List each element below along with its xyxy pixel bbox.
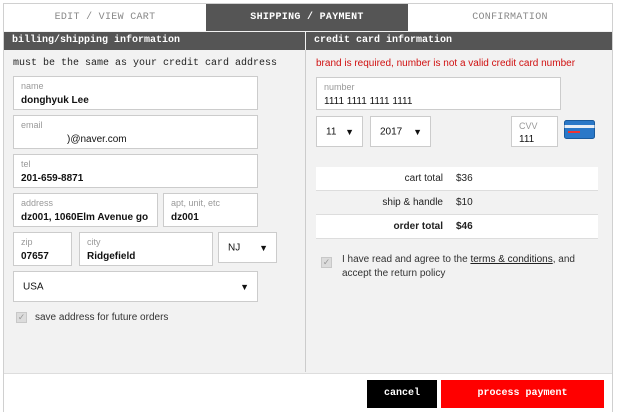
state-select[interactable]: NJ ▼: [218, 232, 277, 263]
billing-note: must be the same as your credit card add…: [13, 58, 278, 69]
cvv-field[interactable]: CVV 111: [511, 116, 558, 147]
order-total-label: order total: [393, 221, 443, 232]
chevron-down-icon: ▼: [240, 281, 249, 292]
card-error-message: brand is required, number is not a valid…: [316, 58, 576, 69]
order-total-row: order total $46: [316, 215, 598, 239]
name-field[interactable]: name donghyuk Lee: [13, 76, 258, 110]
agree-text-line2: accept the return policy: [342, 268, 446, 279]
name-value: donghyuk Lee: [21, 95, 89, 106]
checkout-panel: EDIT / VIEW CART SHIPPING / PAYMENT CONF…: [3, 3, 613, 413]
tab-edit-view-cart[interactable]: EDIT / VIEW CART: [4, 4, 206, 31]
billing-heading: billing/shipping information: [4, 32, 305, 50]
email-field[interactable]: email )@naver.com: [13, 115, 258, 149]
agree-text-pre: I have read and agree to the: [342, 254, 468, 265]
city-label: city: [87, 237, 101, 247]
address-label: address: [21, 198, 54, 208]
process-payment-button[interactable]: process payment: [441, 380, 604, 408]
tel-value: 201-659-8871: [21, 173, 84, 184]
order-totals: cart total $36 ship & handle $10 order t…: [316, 167, 598, 239]
expiry-month-value: 11: [326, 126, 337, 137]
cart-total-label: cart total: [404, 173, 443, 184]
tab-shipping-payment[interactable]: SHIPPING / PAYMENT: [206, 4, 408, 31]
chevron-down-icon: ▼: [259, 242, 268, 253]
card-number-value: 1111 1111 1111 1111: [324, 96, 413, 107]
card-number-label: number: [324, 82, 355, 92]
email-value: )@naver.com: [67, 134, 127, 145]
country-value: USA: [23, 281, 44, 292]
country-select[interactable]: USA ▼: [13, 271, 258, 302]
cart-total-row: cart total $36: [316, 167, 598, 191]
footer-bar: cancel process payment: [4, 373, 612, 413]
apt-value: dz001: [171, 212, 199, 223]
agree-terms-text: I have read and agree to the terms & con…: [342, 253, 575, 281]
checkout-tabs: EDIT / VIEW CART SHIPPING / PAYMENT CONF…: [4, 4, 612, 31]
ship-handle-row: ship & handle $10: [316, 191, 598, 215]
order-total-value: $46: [456, 221, 473, 232]
city-value: Ridgefield: [87, 251, 136, 262]
email-label: email: [21, 120, 43, 130]
zip-label: zip: [21, 237, 33, 247]
name-label: name: [21, 81, 44, 91]
card-heading: credit card information: [306, 32, 612, 50]
cancel-button[interactable]: cancel: [367, 380, 437, 408]
expiry-year-value: 2017: [380, 126, 403, 137]
cvv-label: CVV: [519, 121, 538, 131]
state-value: NJ: [228, 242, 241, 253]
save-address-label: save address for future orders: [35, 312, 169, 323]
cvv-value: 111: [519, 134, 535, 145]
agree-text-post: , and: [552, 254, 575, 265]
ship-handle-label: ship & handle: [382, 197, 443, 208]
city-field[interactable]: city Ridgefield: [79, 232, 213, 266]
address-value: dz001, 1060Elm Avenue go: [21, 212, 149, 223]
credit-card-icon: [564, 120, 595, 139]
tel-field[interactable]: tel 201-659-8871: [13, 154, 258, 188]
expiry-year-select[interactable]: 2017 ▼: [370, 116, 431, 147]
card-number-field[interactable]: number 1111 1111 1111 1111: [316, 77, 561, 110]
zip-field[interactable]: zip 07657: [13, 232, 72, 266]
address-field[interactable]: address dz001, 1060Elm Avenue go: [13, 193, 158, 227]
zip-value: 07657: [21, 251, 49, 262]
tab-confirmation[interactable]: CONFIRMATION: [408, 4, 612, 31]
terms-link[interactable]: terms & conditions: [470, 254, 552, 265]
cart-total-value: $36: [456, 173, 473, 184]
expiry-month-select[interactable]: 11 ▼: [316, 116, 363, 147]
save-address-checkbox[interactable]: ✓: [16, 312, 27, 323]
apt-label: apt, unit, etc: [171, 198, 221, 208]
ship-handle-value: $10: [456, 197, 473, 208]
chevron-down-icon: ▼: [413, 126, 422, 137]
tel-label: tel: [21, 159, 31, 169]
agree-terms-checkbox[interactable]: ✓: [321, 257, 332, 268]
column-divider: [305, 50, 306, 372]
apt-field[interactable]: apt, unit, etc dz001: [163, 193, 258, 227]
chevron-down-icon: ▼: [345, 126, 354, 137]
